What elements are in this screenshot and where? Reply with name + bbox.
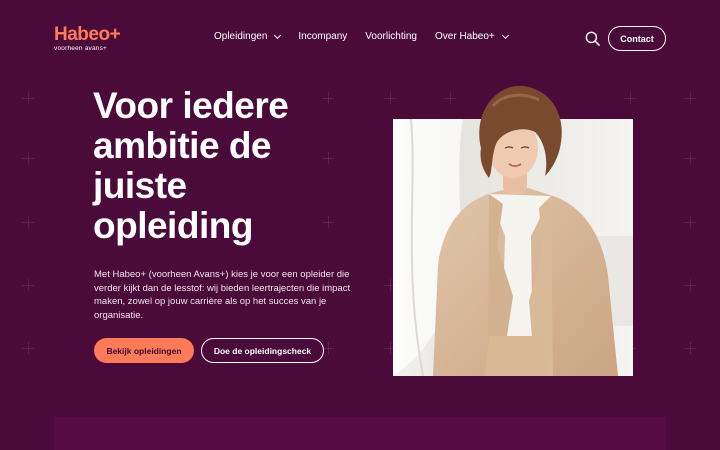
nav-item-label: Voorlichting [365, 31, 417, 42]
nav-item-incompany[interactable]: Incompany [298, 31, 347, 42]
nav-item-voorlichting[interactable]: Voorlichting [365, 31, 417, 42]
hero-description: Met Habeo+ (voorheen Avans+) kies je voo… [94, 269, 351, 321]
nav-item-label: Over Habeo+ [435, 31, 495, 42]
logo[interactable]: Habeo+ voorheen avans+ [54, 24, 121, 52]
contact-button[interactable]: Contact [608, 26, 666, 51]
nav-item-opleidingen[interactable]: Opleidingen [214, 31, 282, 42]
nav-item-over-habeo[interactable]: Over Habeo+ [435, 31, 509, 42]
next-section-panel [54, 417, 666, 450]
view-courses-button[interactable]: Bekijk opleidingen [94, 338, 194, 363]
chevron-down-icon [501, 31, 509, 39]
logo-wordmark: Habeo+ [54, 24, 121, 45]
hero-title: Voor iedere ambitie de juiste opleiding [93, 85, 289, 246]
main-nav: Opleidingen Incompany Voorlichting Over … [214, 31, 526, 42]
chevron-down-icon [274, 31, 282, 39]
hero-photo-woman [393, 85, 633, 377]
site-header: Habeo+ voorheen avans+ Opleidingen Incom… [0, 0, 720, 78]
nav-item-label: Incompany [298, 31, 348, 42]
nav-item-label: Opleidingen [214, 31, 268, 42]
search-icon[interactable] [585, 31, 600, 46]
course-check-button[interactable]: Doe de opleidingscheck [201, 338, 324, 363]
logo-tagline: voorheen avans+ [54, 45, 108, 52]
